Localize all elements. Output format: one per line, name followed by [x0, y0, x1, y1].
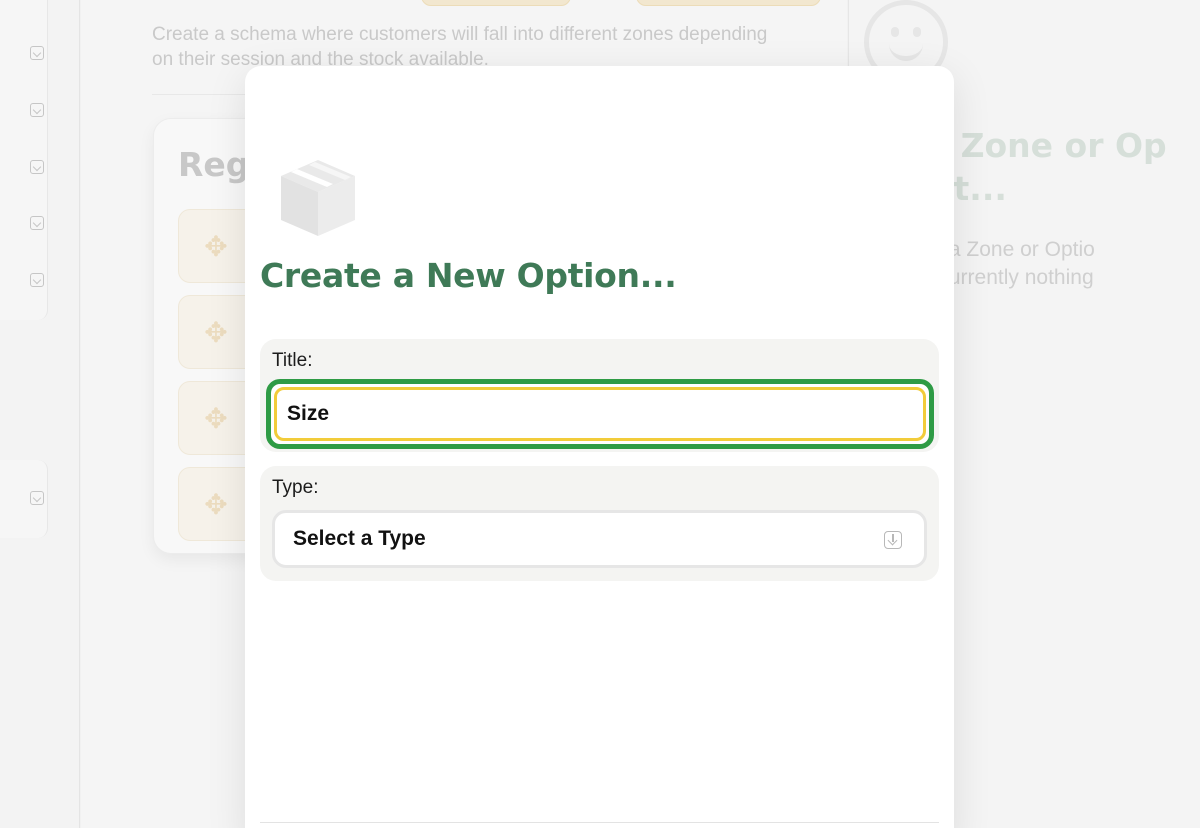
top-button[interactable] [421, 0, 571, 6]
type-select[interactable]: Select a Type [272, 510, 927, 568]
title-label: Title: [272, 350, 313, 371]
box-icon [281, 160, 355, 236]
type-select-value: Select a Type [293, 527, 426, 550]
move-icon[interactable]: ✥ [201, 404, 231, 434]
left-rail [0, 0, 80, 828]
type-field-group: Type: Select a Type [260, 466, 939, 581]
page-description: Create a schema where customers will fal… [152, 24, 768, 70]
create-option-modal: Create a New Option... Title: Type: Sele… [245, 66, 954, 828]
download-icon[interactable] [30, 273, 44, 287]
chevron-down-box-icon [884, 531, 902, 549]
move-icon[interactable]: ✥ [201, 490, 231, 520]
move-icon[interactable]: ✥ [201, 318, 231, 348]
title-field-group: Title: [260, 339, 939, 452]
edit-icon[interactable] [30, 160, 44, 174]
modal-title: Create a New Option... [260, 256, 677, 295]
rail-toolbar-secondary [0, 460, 48, 538]
top-button[interactable] [636, 0, 821, 6]
focus-ring [266, 379, 934, 449]
title-input[interactable] [274, 387, 926, 441]
footer-divider [260, 822, 939, 823]
move-icon[interactable]: ✥ [201, 232, 231, 262]
rail-toolbar [0, 0, 48, 320]
regions-title: Reg [178, 145, 250, 184]
edit-icon[interactable] [30, 46, 44, 60]
enter-icon[interactable] [30, 216, 44, 230]
edit-icon[interactable] [30, 103, 44, 117]
download-icon[interactable] [30, 491, 44, 505]
type-label: Type: [272, 477, 319, 498]
